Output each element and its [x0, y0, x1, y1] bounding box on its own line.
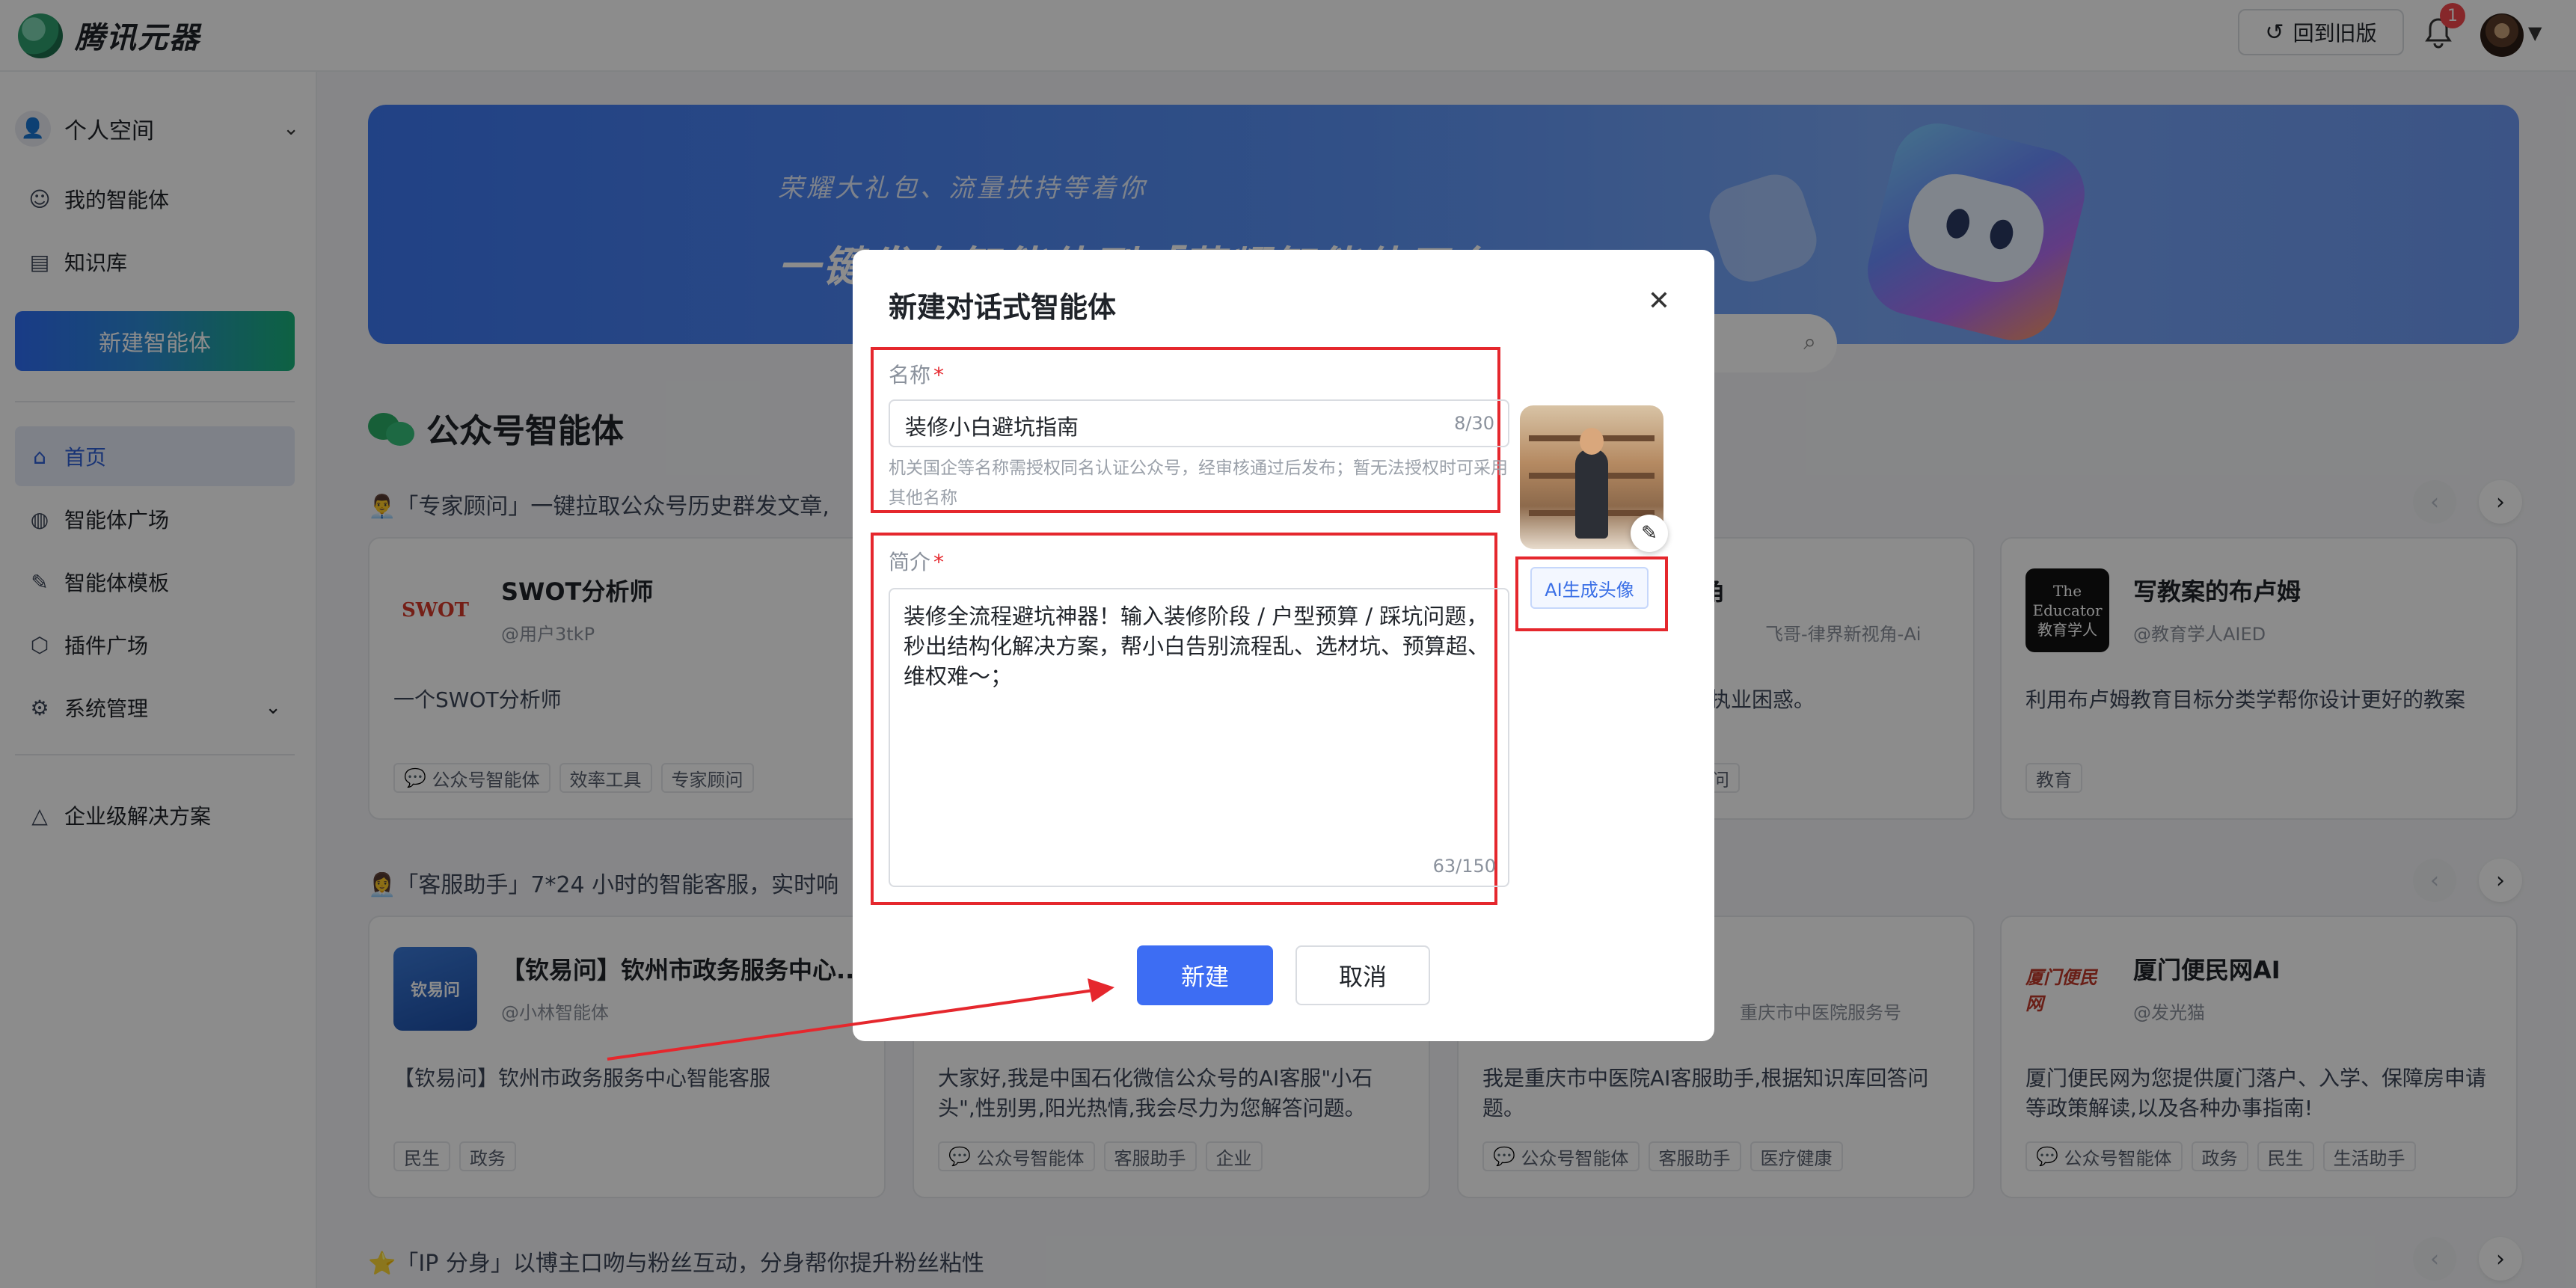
name-field[interactable]: 装修小白避坑指南 8/30	[889, 399, 1509, 447]
description-textarea[interactable]: 装修全流程避坑神器！输入装修阶段 / 户型预算 / 踩坑问题，秒出结构化解决方案…	[889, 588, 1509, 887]
create-button[interactable]: 新建	[1137, 945, 1273, 1005]
description-label: 简介 *	[889, 550, 945, 574]
name-value: 装修小白避坑指南	[905, 414, 1079, 440]
ai-generate-avatar-button[interactable]: AI生成头像	[1530, 567, 1649, 609]
dialog-title: 新建对话式智能体	[889, 291, 1117, 324]
name-char-count: 8/30	[1454, 413, 1494, 434]
person-figure	[1575, 449, 1608, 539]
edit-avatar-button[interactable]: ✎	[1631, 515, 1668, 552]
name-hint: 机关国企等名称需授权同名认证公众号，经审核通过后发布；暂无法授权时可采用其他名称	[889, 459, 1508, 508]
close-icon[interactable]: ✕	[1641, 286, 1677, 322]
name-label: 名称 *	[889, 363, 945, 387]
cancel-button[interactable]: 取消	[1295, 945, 1430, 1005]
pencil-icon: ✎	[1641, 522, 1657, 545]
person-head	[1580, 428, 1604, 455]
create-agent-dialog: 新建对话式智能体 ✕ 名称 * 装修小白避坑指南 8/30 机关国企等名称需授权同…	[853, 250, 1714, 1041]
description-char-count: 63/150	[1432, 856, 1496, 877]
description-value: 装修全流程避坑神器！输入装修阶段 / 户型预算 / 踩坑问题，秒出结构化解决方案…	[904, 604, 1490, 689]
